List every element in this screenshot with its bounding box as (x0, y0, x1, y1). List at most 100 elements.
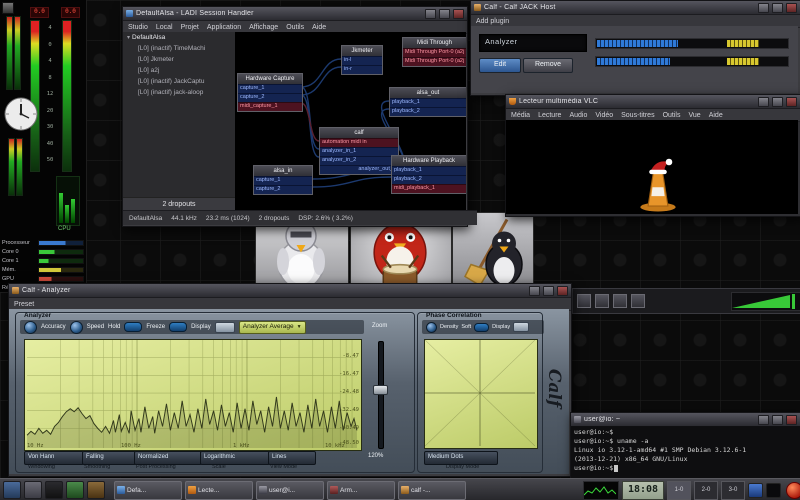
port[interactable]: playback_2 (390, 107, 466, 116)
vlc-titlebar[interactable]: Lecteur multimédia VLC (506, 95, 800, 109)
port[interactable]: in-r (342, 65, 382, 74)
files-launcher-icon[interactable] (66, 481, 84, 499)
density-knob[interactable] (426, 322, 437, 333)
tree-item[interactable]: [L0] (inactif) TimeMachi (123, 43, 235, 54)
minimize-button[interactable] (758, 97, 769, 107)
app-menu-icon[interactable] (3, 481, 21, 499)
close-button[interactable] (786, 415, 797, 425)
port[interactable]: playback_1 (392, 166, 466, 175)
edit-plugin-button[interactable]: Edit (479, 58, 521, 73)
expander-icon[interactable]: ▾ (127, 35, 130, 41)
terminal-launcher-icon[interactable] (45, 481, 63, 499)
menu-vue[interactable]: Vue (689, 112, 701, 119)
maximize-button[interactable] (772, 97, 783, 107)
smoothing-combo[interactable]: Falling (82, 451, 136, 465)
node-alsa-out[interactable]: alsa_out playback_1 playback_2 (389, 87, 466, 117)
speed-knob[interactable] (70, 321, 83, 334)
port[interactable]: playback_2 (392, 175, 466, 184)
port[interactable]: capture_2 (254, 185, 312, 194)
scale-combo[interactable]: Logarithmic (200, 451, 270, 465)
zoom-slider-handle[interactable] (373, 385, 388, 395)
hold-toggle[interactable] (124, 322, 142, 332)
minimize-button[interactable] (758, 3, 769, 13)
phase-mode-combo[interactable]: Medium Dots (424, 451, 498, 465)
menu-add-plugin[interactable]: Add plugin (476, 18, 509, 25)
soft-toggle[interactable] (474, 323, 489, 332)
menu-studio[interactable]: Studio (128, 24, 148, 31)
close-button[interactable] (453, 9, 464, 19)
vlc-video-area[interactable] (506, 120, 798, 214)
port[interactable]: analyzer_in_2 (320, 156, 398, 165)
zoom-slider-track[interactable] (378, 341, 384, 449)
iconified-window[interactable] (631, 294, 645, 308)
tree-item[interactable]: [L0] (inactif) JackCaptu (123, 76, 235, 87)
port[interactable]: midi_capture_1 (238, 102, 302, 111)
taskbar-window-button[interactable]: Lecte... (185, 481, 253, 500)
port[interactable]: playback_1 (390, 98, 466, 107)
view-mode-combo[interactable]: Lines (268, 451, 316, 465)
minimize-button[interactable] (529, 286, 540, 296)
minimize-button[interactable] (425, 9, 436, 19)
tray-network-icon[interactable] (748, 483, 763, 498)
menu-outils[interactable]: Outils (286, 24, 304, 31)
taskbar-window-button[interactable]: user@i... (256, 481, 324, 500)
menu-local[interactable]: Local (156, 24, 173, 31)
menu-projet[interactable]: Projet (181, 24, 199, 31)
patchbay-canvas[interactable]: Jkmeter in-l in-r Midi Through Midi Thro… (235, 32, 466, 210)
calf-host-titlebar[interactable]: Calf - Calf JACK Host (471, 1, 800, 15)
pager-cell[interactable]: 2-0 (694, 481, 718, 500)
menu-preset[interactable]: Preset (14, 301, 34, 308)
port[interactable]: midi_playback_1 (392, 184, 466, 193)
tree-root-row[interactable]: ▾DefaultAlsa (123, 32, 235, 43)
volume-wedge[interactable] (731, 292, 800, 311)
menu-audio[interactable]: Audio (569, 112, 587, 119)
iconified-window[interactable] (613, 294, 627, 308)
port[interactable]: capture_1 (254, 176, 312, 185)
phase-display-button[interactable] (513, 322, 529, 332)
tree-item[interactable]: [L0] a2j (123, 65, 235, 76)
tray-monitor-icon[interactable] (766, 483, 781, 498)
panel-app-icon[interactable] (2, 2, 14, 14)
node-midi-through[interactable]: Midi Through Midi Through Port-0 (a2j Mi… (402, 37, 466, 67)
pager-cell[interactable]: 1-0 (667, 481, 691, 500)
port[interactable]: Midi Through Port-0 (a2j (403, 57, 466, 66)
display-button[interactable] (215, 322, 235, 333)
maximize-button[interactable] (439, 9, 450, 19)
pager-cell[interactable]: 3-0 (721, 481, 745, 500)
node-jkmeter[interactable]: Jkmeter in-l in-r (341, 45, 383, 75)
port[interactable]: automation midi in (320, 138, 398, 147)
port[interactable]: analyzer_out_1 (320, 165, 398, 174)
node-calf[interactable]: calf automation midi in analyzer_in_1 an… (319, 127, 399, 175)
menu-media[interactable]: Média (511, 112, 530, 119)
windowing-combo[interactable]: Von Hann (24, 451, 84, 465)
menu-outils[interactable]: Outils (663, 112, 681, 119)
tree-item[interactable]: [L0] (inactif) jack-aloop (123, 87, 235, 98)
taskbar-window-button[interactable]: Defa... (114, 481, 182, 500)
node-hardware-playback[interactable]: Hardware Playback playback_1 playback_2 … (391, 155, 466, 194)
close-button[interactable] (786, 97, 797, 107)
iconified-window[interactable] (577, 294, 591, 308)
maximize-button[interactable] (543, 286, 554, 296)
port[interactable]: Midi Through Port-0 (a2j (403, 48, 466, 57)
taskbar-window-button[interactable]: Arm... (327, 481, 395, 500)
port[interactable]: in-l (342, 56, 382, 65)
show-desktop-icon[interactable] (24, 481, 42, 499)
port[interactable]: capture_1 (238, 84, 302, 93)
power-button[interactable] (786, 482, 800, 499)
node-alsa-in[interactable]: alsa_in capture_1 capture_2 (253, 165, 313, 195)
menu-lecture[interactable]: Lecture (538, 112, 561, 119)
accuracy-knob[interactable] (24, 321, 37, 334)
ladi-titlebar[interactable]: DefaultAlsa - LADI Session Handler (123, 7, 467, 21)
analyzer-titlebar[interactable]: Calf - Analyzer (9, 284, 571, 298)
maximize-button[interactable] (772, 415, 783, 425)
node-hardware-capture[interactable]: Hardware Capture capture_1 capture_2 mid… (237, 73, 303, 112)
menu-aide[interactable]: Aide (709, 112, 723, 119)
terminal-screen[interactable]: user@io:~$ user@io:~$ uname -a Linux io … (571, 426, 800, 479)
menu-aide[interactable]: Aide (312, 24, 326, 31)
taskbar-window-button[interactable]: calf -... (398, 481, 466, 500)
minimize-button[interactable] (758, 415, 769, 425)
close-button[interactable] (557, 286, 568, 296)
media-launcher-icon[interactable] (87, 481, 105, 499)
close-button[interactable] (786, 3, 797, 13)
post-processing-combo[interactable]: Normalized (134, 451, 202, 465)
